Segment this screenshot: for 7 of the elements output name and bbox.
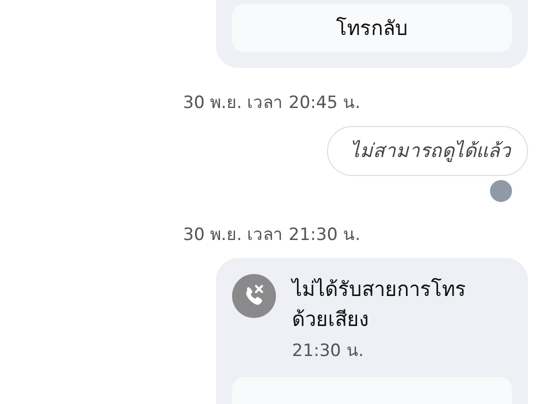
call-status-text: ไม่ได้รับสายการโทรด้วยเสียง — [292, 276, 467, 333]
call-time: 21:30 น. — [292, 340, 365, 363]
timestamp: 30 พ.ย. เวลา 20:45 น. — [183, 92, 362, 115]
timestamp: 30 พ.ย. เวลา 21:30 น. — [183, 224, 362, 247]
missed-call-icon — [232, 274, 276, 318]
message-bubble: ไม่สามารถดูได้แล้ว — [327, 126, 528, 176]
call-back-button[interactable]: โทรกลับ — [232, 4, 512, 52]
